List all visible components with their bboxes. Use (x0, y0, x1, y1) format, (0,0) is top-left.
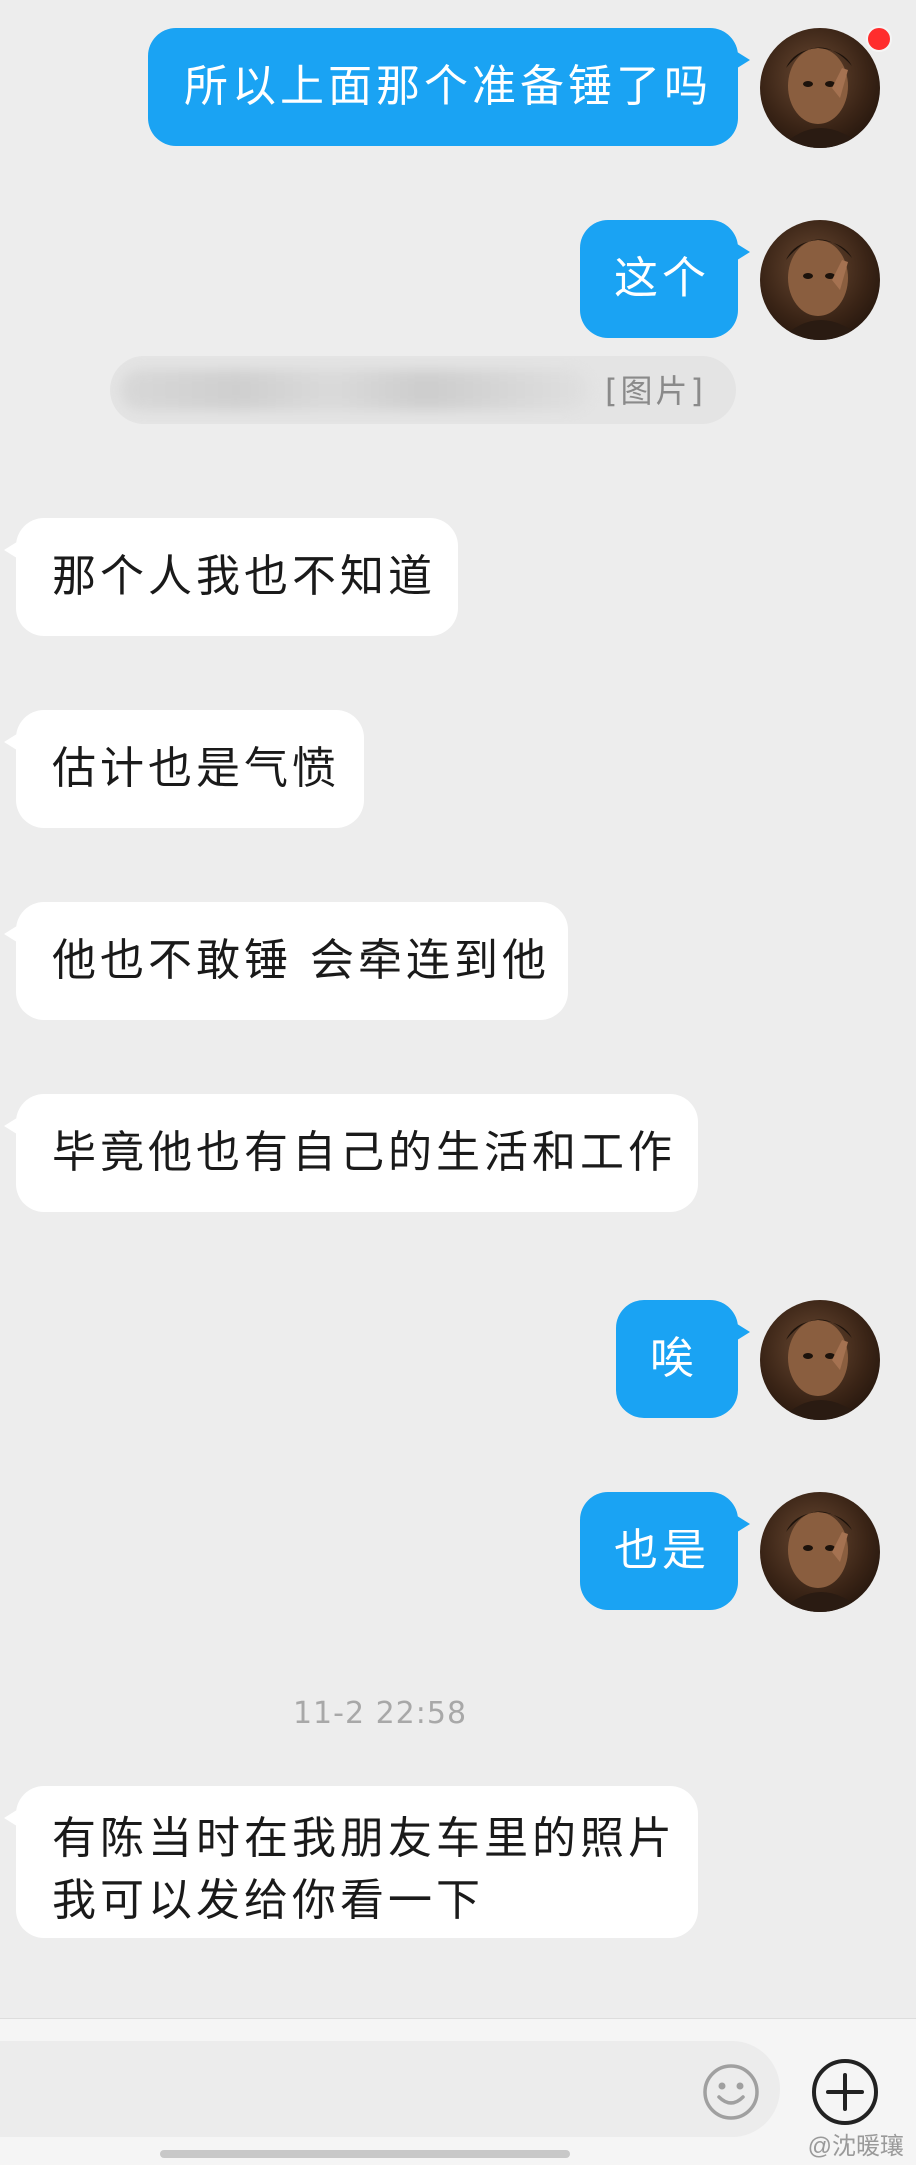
message-text: 这个 (614, 253, 710, 304)
image-label: [图片] (605, 372, 706, 410)
user-avatar[interactable] (760, 1300, 880, 1420)
avatar-portrait-icon (780, 47, 864, 148)
message-text: 毕竟他也有自己的生活和工作 (52, 1127, 676, 1178)
notification-badge (866, 26, 892, 52)
home-indicator[interactable] (160, 2150, 570, 2158)
incoming-message-bubble[interactable]: 有陈当时在我朋友车里的照片 我可以发给你看一下 (4, 1786, 698, 1938)
incoming-message-bubble[interactable]: 毕竟他也有自己的生活和工作 (4, 1094, 698, 1212)
message-text: 所以上面那个准备锤了吗 (184, 61, 712, 112)
plus-circle-icon[interactable] (810, 2057, 880, 2127)
incoming-message-bubble[interactable]: 那个人我也不知道 (4, 518, 458, 636)
user-avatar[interactable] (760, 220, 880, 340)
message-text: 他也不敢锤 会牵连到他 (52, 935, 550, 986)
blurred-content (120, 370, 590, 410)
incoming-message-bubble[interactable]: 他也不敢锤 会牵连到他 (4, 902, 568, 1020)
outgoing-message-bubble[interactable]: 所以上面那个准备锤了吗 (148, 28, 750, 146)
message-text: 也是 (614, 1525, 710, 1576)
message-text: 那个人我也不知道 (52, 551, 436, 602)
message-timestamp: 11-2 22:58 (292, 1696, 468, 1731)
message-input[interactable] (0, 2041, 780, 2137)
avatar-portrait-icon (780, 1511, 864, 1612)
outgoing-message-bubble[interactable]: 也是 (580, 1492, 750, 1610)
incoming-message-bubble[interactable]: 估计也是气愤 (4, 710, 364, 828)
message-text: 估计也是气愤 (52, 743, 340, 794)
quoted-image-preview[interactable]: [图片] (110, 356, 736, 424)
avatar-portrait-icon (780, 1319, 864, 1420)
avatar-portrait-icon (780, 239, 864, 340)
outgoing-message-bubble[interactable]: 这个 (580, 220, 750, 338)
chat-input-bar (0, 2018, 916, 2165)
outgoing-message-bubble[interactable]: 唉 (616, 1300, 750, 1418)
message-text-line-2: 我可以发给你看一下 (52, 1875, 484, 1926)
message-text: 唉 (650, 1333, 698, 1384)
user-avatar[interactable] (760, 1492, 880, 1612)
user-avatar[interactable] (760, 28, 880, 148)
weibo-watermark: @沈暖瓖 (807, 2133, 904, 2160)
smiley-icon[interactable] (702, 2063, 760, 2121)
message-text-line-1: 有陈当时在我朋友车里的照片 (52, 1813, 676, 1864)
